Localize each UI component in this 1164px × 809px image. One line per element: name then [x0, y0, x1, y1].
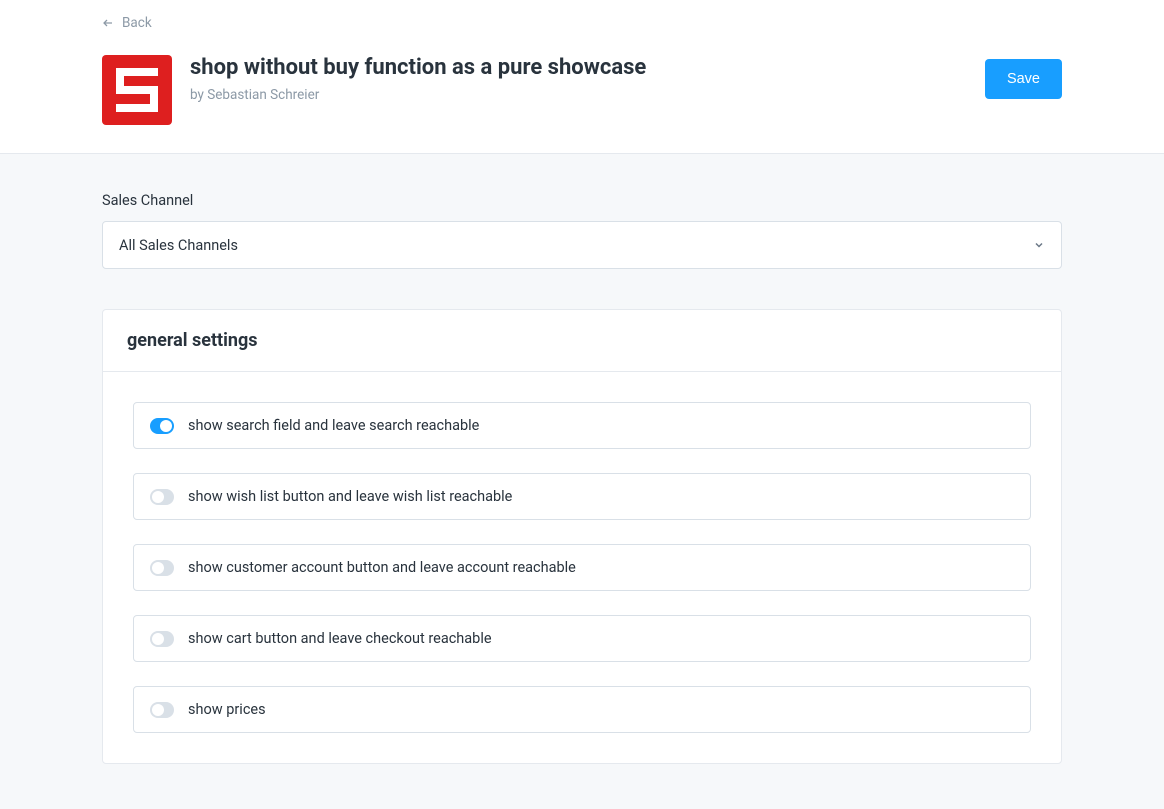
- toggle-row: show customer account button and leave a…: [133, 544, 1031, 591]
- toggle-knob: [152, 491, 164, 503]
- toggle-switch[interactable]: [150, 702, 174, 718]
- toggle-row: show cart button and leave checkout reac…: [133, 615, 1031, 662]
- toggle-row: show search field and leave search reach…: [133, 402, 1031, 449]
- back-link[interactable]: Back: [102, 15, 152, 31]
- card-header: general settings: [103, 310, 1061, 372]
- byline: by Sebastian Schreier: [190, 87, 646, 103]
- toggle-label: show prices: [188, 701, 266, 718]
- toggle-knob: [152, 633, 164, 645]
- app-icon: [102, 55, 172, 125]
- sales-channel-selected: All Sales Channels: [119, 237, 238, 254]
- toggle-switch[interactable]: [150, 560, 174, 576]
- toggle-switch[interactable]: [150, 418, 174, 434]
- header-area: Back shop without buy function as a pure…: [0, 0, 1164, 154]
- toggle-knob: [152, 704, 164, 716]
- content-area: Sales Channel All Sales Channels general…: [0, 154, 1164, 809]
- save-button[interactable]: Save: [985, 59, 1062, 99]
- general-settings-card: general settings show search field and l…: [102, 309, 1062, 764]
- card-title: general settings: [127, 330, 1037, 351]
- page-title: shop without buy function as a pure show…: [190, 55, 646, 81]
- toggle-label: show cart button and leave checkout reac…: [188, 630, 492, 647]
- card-body: show search field and leave search reach…: [103, 372, 1061, 763]
- toggle-knob: [160, 420, 172, 432]
- toggle-switch[interactable]: [150, 489, 174, 505]
- toggle-label: show wish list button and leave wish lis…: [188, 488, 512, 505]
- toggle-switch[interactable]: [150, 631, 174, 647]
- app-icon-glyph: [116, 68, 158, 112]
- chevron-down-icon: [1033, 239, 1045, 251]
- toggle-label: show search field and leave search reach…: [188, 417, 479, 434]
- sales-channel-select[interactable]: All Sales Channels: [102, 221, 1062, 269]
- title-row: shop without buy function as a pure show…: [102, 55, 1062, 125]
- back-label: Back: [122, 15, 152, 31]
- toggle-knob: [152, 562, 164, 574]
- sales-channel-label: Sales Channel: [102, 192, 1062, 209]
- toggle-row: show prices: [133, 686, 1031, 733]
- title-text: shop without buy function as a pure show…: [190, 55, 646, 103]
- title-left: shop without buy function as a pure show…: [102, 55, 646, 125]
- arrow-left-icon: [102, 17, 114, 29]
- toggle-row: show wish list button and leave wish lis…: [133, 473, 1031, 520]
- toggle-label: show customer account button and leave a…: [188, 559, 576, 576]
